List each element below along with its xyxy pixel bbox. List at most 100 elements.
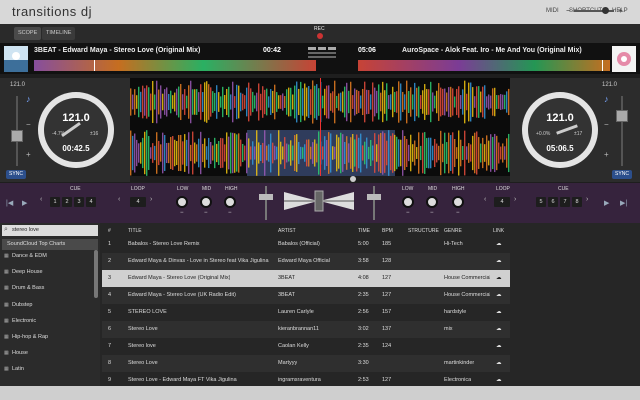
pitch-plus-left[interactable]: + (26, 150, 31, 159)
cloud-icon[interactable]: ☁ (496, 292, 502, 298)
waveform-bar (494, 87, 496, 117)
col-header-time[interactable]: TIME (358, 228, 370, 234)
sidebar-scrollbar[interactable] (94, 250, 98, 298)
table-row[interactable]: 8 Stereo Love Martyyy 3:30 martinkinder ☁ (102, 355, 510, 372)
soundcloud-charts-header[interactable]: SoundCloud Top Charts (2, 239, 98, 250)
volume-fader-left-handle[interactable] (259, 194, 273, 200)
col-header-genre[interactable]: GENRE (444, 228, 462, 234)
zoom-slider-handle[interactable] (602, 7, 609, 14)
crossfader[interactable] (282, 188, 356, 214)
eq-mid-knob-right[interactable] (426, 196, 438, 208)
table-row[interactable]: 7 Stereo love Caolan Kelly 2:35 124 ☁ (102, 338, 510, 355)
zoom-in-icon[interactable]: + (618, 6, 623, 15)
skip-forward-icon-right[interactable]: ▶| (620, 199, 627, 207)
table-row[interactable]: 1 Babalos - Stereo Love Remix Babalos (Off… (102, 236, 510, 253)
album-art-right (612, 46, 636, 72)
genre-item[interactable]: Dance & EDM (12, 253, 47, 259)
skip-back-icon-left[interactable]: |◀ (6, 199, 13, 207)
volume-fader-right-handle[interactable] (367, 194, 381, 200)
cloud-icon[interactable]: ☁ (496, 326, 502, 332)
waveform-scroll-handle[interactable] (350, 176, 356, 182)
cloud-icon[interactable]: ☁ (496, 275, 502, 281)
cloud-icon[interactable]: ☁ (496, 258, 502, 264)
record-button[interactable] (317, 33, 323, 39)
overview-waveform-left[interactable] (34, 60, 316, 71)
sync-button-right[interactable]: SYNC (612, 170, 632, 179)
key-lock-icon-right[interactable]: ♪ (604, 94, 609, 104)
cue-button-3[interactable]: 3 (74, 197, 84, 207)
menu-midi[interactable]: MIDI (546, 8, 559, 14)
cloud-icon[interactable]: ☁ (496, 377, 502, 383)
table-row[interactable]: 5 STEREO LOVE Lauren Carlyle 2:56 157 hardsty… (102, 304, 510, 321)
eq-high-knob-right[interactable] (452, 196, 464, 208)
pitch-plus-right[interactable]: + (604, 150, 609, 159)
pitch-fader-right[interactable] (621, 96, 623, 166)
pitch-fader-right-handle[interactable] (616, 110, 628, 122)
jog-wheel-left[interactable]: 121.0 -4.7% ±16 00:42.5 (38, 92, 114, 168)
genre-item[interactable]: Dubstep (12, 302, 33, 308)
zoom-out-icon[interactable]: − (566, 6, 571, 15)
volume-fader-right[interactable] (373, 186, 375, 220)
waveform-bar (500, 146, 502, 160)
cloud-icon[interactable]: ☁ (496, 241, 502, 247)
cue-button-7[interactable]: 7 (560, 197, 570, 207)
loop-double-left[interactable]: › (150, 196, 152, 203)
col-header-link[interactable]: LINK (493, 228, 504, 234)
genre-item[interactable]: Hip-hop & Rap (12, 334, 48, 340)
volume-fader-left[interactable] (265, 186, 267, 220)
genre-item[interactable]: Deep House (12, 269, 43, 275)
key-lock-icon[interactable]: ♪ (26, 94, 31, 104)
loop-size-right[interactable]: 4 (494, 197, 510, 207)
col-header-bpm[interactable]: BPM (382, 228, 393, 234)
cue-next-right[interactable]: › (586, 196, 588, 203)
cloud-icon[interactable]: ☁ (496, 343, 502, 349)
waveform-bar (266, 88, 268, 116)
play-icon-right[interactable]: ▶ (604, 199, 609, 207)
search-input[interactable]: stereo love (2, 225, 98, 236)
loop-half-right[interactable]: ‹ (484, 196, 486, 203)
sync-button-left[interactable]: SYNC (6, 170, 26, 179)
genre-item[interactable]: Latin (12, 366, 24, 372)
loop-size-left[interactable]: 4 (130, 197, 146, 207)
eq-mid-kill-left[interactable]: − (204, 210, 208, 216)
table-row[interactable]: 2 Edward Maya & Dinvas - Love in Stereo f… (102, 253, 510, 270)
pitch-minus-left[interactable]: − (26, 120, 31, 129)
overview-waveform-right[interactable] (358, 60, 610, 71)
eq-low-kill-left[interactable]: − (180, 210, 184, 216)
pitch-fader-left-handle[interactable] (11, 130, 23, 142)
loop-half-left[interactable]: ‹ (118, 196, 120, 203)
table-row[interactable]: 6 Stereo Love kieranbrannan11 3:02 137 mix ☁ (102, 321, 510, 338)
jog-wheel-right[interactable]: 121.0 +0.0% ±17 05:06.5 (522, 92, 598, 168)
tab-scope[interactable]: SCOPE (14, 27, 42, 40)
eq-high-knob-left[interactable] (224, 196, 236, 208)
cue-button-6[interactable]: 6 (548, 197, 558, 207)
cue-button-4[interactable]: 4 (86, 197, 96, 207)
cue-button-1[interactable]: 1 (50, 197, 60, 207)
eq-mid-kill-right[interactable]: − (430, 210, 434, 216)
col-header-number[interactable]: # (108, 228, 111, 234)
cue-button-5[interactable]: 5 (536, 197, 546, 207)
genre-item[interactable]: Drum & Bass (12, 285, 44, 291)
col-header-structure[interactable]: STRUCTURE (408, 228, 439, 234)
genre-item[interactable]: House (12, 350, 28, 356)
eq-low-knob-left[interactable] (176, 196, 188, 208)
eq-mid-knob-left[interactable] (200, 196, 212, 208)
col-header-artist[interactable]: ARTIST (278, 228, 296, 234)
play-icon-left[interactable]: ▶ (22, 199, 27, 207)
eq-low-knob-right[interactable] (402, 196, 414, 208)
tab-timeline[interactable]: TIMELINE (42, 27, 76, 40)
cloud-icon[interactable]: ☁ (496, 309, 502, 315)
cue-button-2[interactable]: 2 (62, 197, 72, 207)
table-row[interactable]: 4 Edward Maya - Stereo Love (UK Radio Edi… (102, 287, 510, 304)
cue-prev-left[interactable]: ‹ (40, 196, 42, 203)
eq-high-kill-right[interactable]: − (456, 210, 460, 216)
col-header-title[interactable]: TITLE (128, 228, 142, 234)
pitch-minus-right[interactable]: − (604, 120, 609, 129)
loop-double-right[interactable]: › (514, 196, 516, 203)
cue-button-8[interactable]: 8 (572, 197, 582, 207)
cloud-icon[interactable]: ☁ (496, 360, 502, 366)
genre-item[interactable]: Electronic (12, 318, 36, 324)
eq-high-kill-left[interactable]: − (228, 210, 232, 216)
table-row[interactable]: 3 Edward Maya - Stereo Love (Original Mix… (102, 270, 510, 287)
eq-low-kill-right[interactable]: − (406, 210, 410, 216)
